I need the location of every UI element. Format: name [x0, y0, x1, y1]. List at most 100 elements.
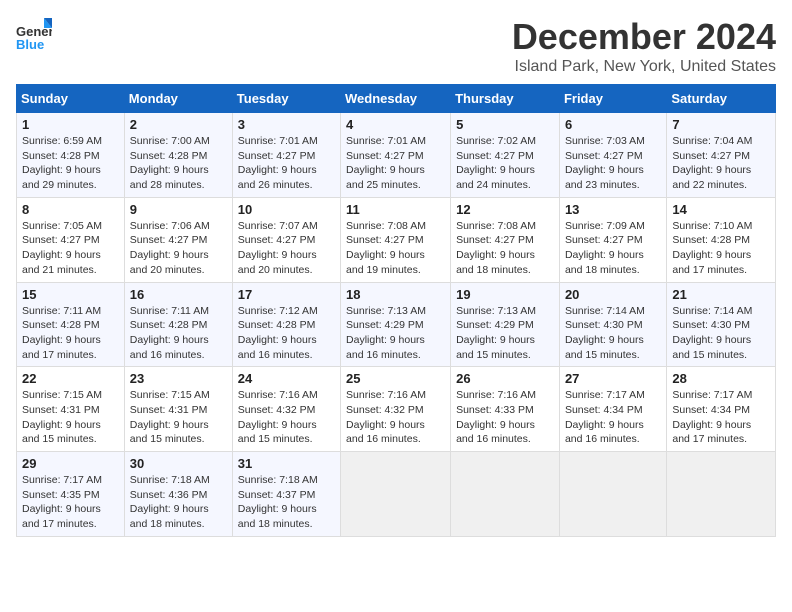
svg-text:Blue: Blue	[16, 37, 44, 52]
day-number: 7	[672, 117, 770, 132]
day-number: 10	[238, 202, 335, 217]
calendar-cell: 24 Sunrise: 7:16 AMSunset: 4:32 PMDayligh…	[232, 367, 340, 452]
day-number: 28	[672, 371, 770, 386]
calendar-cell: 14 Sunrise: 7:10 AMSunset: 4:28 PMDayligh…	[667, 197, 776, 282]
calendar-cell: 12Sunrise: 7:08 AMSunset: 4:27 PMDayligh…	[451, 197, 560, 282]
day-number: 17	[238, 287, 335, 302]
calendar-cell: 8 Sunrise: 7:05 AMSunset: 4:27 PMDaylight…	[17, 197, 125, 282]
calendar-header-row: SundayMondayTuesdayWednesdayThursdayFrid…	[17, 85, 776, 113]
day-info: Sunrise: 7:14 AMSunset: 4:30 PMDaylight:…	[565, 304, 661, 363]
day-number: 8	[22, 202, 119, 217]
calendar-cell: 31 Sunrise: 7:18 AMSunset: 4:37 PMDayligh…	[232, 452, 340, 537]
calendar-week-row: 8 Sunrise: 7:05 AMSunset: 4:27 PMDaylight…	[17, 197, 776, 282]
calendar-table: SundayMondayTuesdayWednesdayThursdayFrid…	[16, 84, 776, 537]
day-info: Sunrise: 7:01 AMSunset: 4:27 PMDaylight:…	[238, 134, 335, 193]
day-info: Sunrise: 7:17 AMSunset: 4:34 PMDaylight:…	[565, 388, 661, 447]
day-info: Sunrise: 7:01 AMSunset: 4:27 PMDaylight:…	[346, 134, 445, 193]
calendar-cell: 10 Sunrise: 7:07 AMSunset: 4:27 PMDayligh…	[232, 197, 340, 282]
calendar-cell	[559, 452, 666, 537]
day-number: 20	[565, 287, 661, 302]
day-number: 12	[456, 202, 554, 217]
day-info: Sunrise: 7:17 AMSunset: 4:34 PMDaylight:…	[672, 388, 770, 447]
calendar-week-row: 29 Sunrise: 7:17 AMSunset: 4:35 PMDayligh…	[17, 452, 776, 537]
day-info: Sunrise: 7:15 AMSunset: 4:31 PMDaylight:…	[22, 388, 119, 447]
calendar-cell: 3Sunrise: 7:01 AMSunset: 4:27 PMDaylight…	[232, 113, 340, 198]
day-number: 26	[456, 371, 554, 386]
day-info: Sunrise: 7:12 AMSunset: 4:28 PMDaylight:…	[238, 304, 335, 363]
day-number: 5	[456, 117, 554, 132]
day-info: Sunrise: 7:04 AMSunset: 4:27 PMDaylight:…	[672, 134, 770, 193]
calendar-cell: 17 Sunrise: 7:12 AMSunset: 4:28 PMDayligh…	[232, 282, 340, 367]
calendar-cell: 25 Sunrise: 7:16 AMSunset: 4:32 PMDayligh…	[341, 367, 451, 452]
day-info: Sunrise: 7:13 AMSunset: 4:29 PMDaylight:…	[456, 304, 554, 363]
calendar-cell: 28 Sunrise: 7:17 AMSunset: 4:34 PMDayligh…	[667, 367, 776, 452]
day-number: 29	[22, 456, 119, 471]
calendar-cell: 30 Sunrise: 7:18 AMSunset: 4:36 PMDayligh…	[124, 452, 232, 537]
day-number: 9	[130, 202, 227, 217]
day-number: 2	[130, 117, 227, 132]
calendar-cell: 26 Sunrise: 7:16 AMSunset: 4:33 PMDayligh…	[451, 367, 560, 452]
header-monday: Monday	[124, 85, 232, 113]
calendar-cell: 11Sunrise: 7:08 AMSunset: 4:27 PMDayligh…	[341, 197, 451, 282]
calendar-week-row: 1 Sunrise: 6:59 AMSunset: 4:28 PMDaylight…	[17, 113, 776, 198]
calendar-cell: 19 Sunrise: 7:13 AMSunset: 4:29 PMDayligh…	[451, 282, 560, 367]
day-info: Sunrise: 7:03 AMSunset: 4:27 PMDaylight:…	[565, 134, 661, 193]
day-number: 19	[456, 287, 554, 302]
day-number: 13	[565, 202, 661, 217]
day-number: 30	[130, 456, 227, 471]
day-number: 1	[22, 117, 119, 132]
calendar-cell: 7 Sunrise: 7:04 AMSunset: 4:27 PMDaylight…	[667, 113, 776, 198]
calendar-cell: 22 Sunrise: 7:15 AMSunset: 4:31 PMDayligh…	[17, 367, 125, 452]
logo-icon: General Blue	[16, 16, 52, 52]
day-info: Sunrise: 7:08 AMSunset: 4:27 PMDaylight:…	[346, 219, 445, 278]
day-number: 15	[22, 287, 119, 302]
day-info: Sunrise: 7:07 AMSunset: 4:27 PMDaylight:…	[238, 219, 335, 278]
day-info: Sunrise: 7:17 AMSunset: 4:35 PMDaylight:…	[22, 473, 119, 532]
header-thursday: Thursday	[451, 85, 560, 113]
day-number: 6	[565, 117, 661, 132]
calendar-cell: 5 Sunrise: 7:02 AMSunset: 4:27 PMDaylight…	[451, 113, 560, 198]
header-friday: Friday	[559, 85, 666, 113]
calendar-cell	[667, 452, 776, 537]
day-info: Sunrise: 7:00 AMSunset: 4:28 PMDaylight:…	[130, 134, 227, 193]
header-saturday: Saturday	[667, 85, 776, 113]
day-number: 14	[672, 202, 770, 217]
day-info: Sunrise: 7:16 AMSunset: 4:32 PMDaylight:…	[238, 388, 335, 447]
day-info: Sunrise: 7:05 AMSunset: 4:27 PMDaylight:…	[22, 219, 119, 278]
calendar-cell: 4 Sunrise: 7:01 AMSunset: 4:27 PMDaylight…	[341, 113, 451, 198]
day-info: Sunrise: 7:16 AMSunset: 4:32 PMDaylight:…	[346, 388, 445, 447]
day-number: 4	[346, 117, 445, 132]
day-number: 31	[238, 456, 335, 471]
day-number: 16	[130, 287, 227, 302]
calendar-cell: 20 Sunrise: 7:14 AMSunset: 4:30 PMDayligh…	[559, 282, 666, 367]
day-info: Sunrise: 7:18 AMSunset: 4:36 PMDaylight:…	[130, 473, 227, 532]
calendar-subtitle: Island Park, New York, United States	[512, 58, 776, 76]
day-info: Sunrise: 6:59 AMSunset: 4:28 PMDaylight:…	[22, 134, 119, 193]
day-number: 22	[22, 371, 119, 386]
calendar-cell: 13 Sunrise: 7:09 AMSunset: 4:27 PMDayligh…	[559, 197, 666, 282]
day-info: Sunrise: 7:02 AMSunset: 4:27 PMDaylight:…	[456, 134, 554, 193]
day-info: Sunrise: 7:14 AMSunset: 4:30 PMDaylight:…	[672, 304, 770, 363]
calendar-cell: 16Sunrise: 7:11 AMSunset: 4:28 PMDayligh…	[124, 282, 232, 367]
calendar-cell: 6 Sunrise: 7:03 AMSunset: 4:27 PMDaylight…	[559, 113, 666, 198]
calendar-cell: 15 Sunrise: 7:11 AMSunset: 4:28 PMDayligh…	[17, 282, 125, 367]
day-info: Sunrise: 7:15 AMSunset: 4:31 PMDaylight:…	[130, 388, 227, 447]
calendar-cell: 18Sunrise: 7:13 AMSunset: 4:29 PMDayligh…	[341, 282, 451, 367]
day-info: Sunrise: 7:16 AMSunset: 4:33 PMDaylight:…	[456, 388, 554, 447]
header-sunday: Sunday	[17, 85, 125, 113]
calendar-week-row: 15 Sunrise: 7:11 AMSunset: 4:28 PMDayligh…	[17, 282, 776, 367]
calendar-cell: 23Sunrise: 7:15 AMSunset: 4:31 PMDayligh…	[124, 367, 232, 452]
calendar-cell: 9 Sunrise: 7:06 AMSunset: 4:27 PMDaylight…	[124, 197, 232, 282]
calendar-cell	[451, 452, 560, 537]
day-info: Sunrise: 7:10 AMSunset: 4:28 PMDaylight:…	[672, 219, 770, 278]
day-number: 18	[346, 287, 445, 302]
day-info: Sunrise: 7:09 AMSunset: 4:27 PMDaylight:…	[565, 219, 661, 278]
day-number: 25	[346, 371, 445, 386]
day-number: 24	[238, 371, 335, 386]
header-tuesday: Tuesday	[232, 85, 340, 113]
day-info: Sunrise: 7:06 AMSunset: 4:27 PMDaylight:…	[130, 219, 227, 278]
day-info: Sunrise: 7:11 AMSunset: 4:28 PMDaylight:…	[22, 304, 119, 363]
calendar-cell	[341, 452, 451, 537]
day-info: Sunrise: 7:18 AMSunset: 4:37 PMDaylight:…	[238, 473, 335, 532]
day-number: 27	[565, 371, 661, 386]
